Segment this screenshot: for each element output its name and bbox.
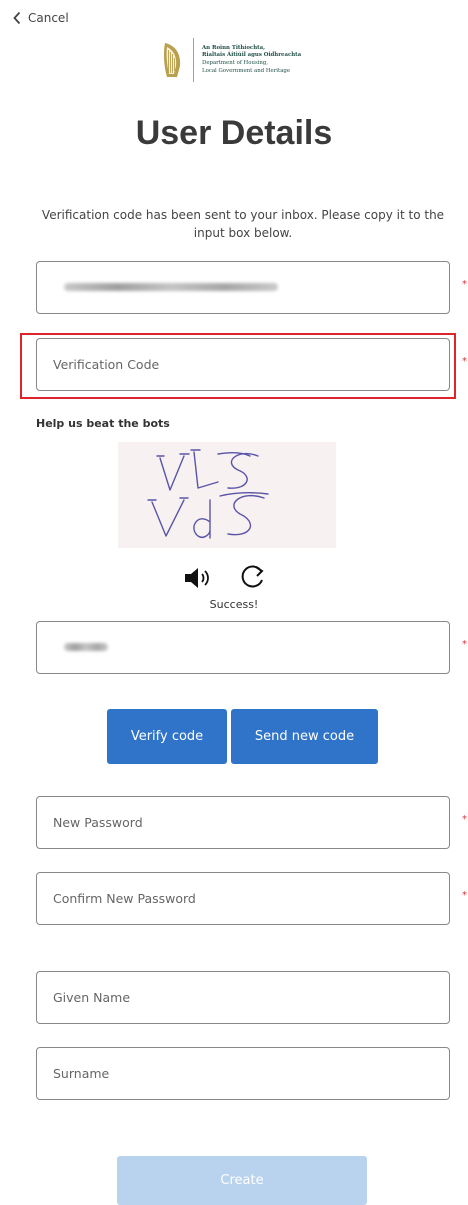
logo-line-4: Local Government and Heritage <box>202 67 291 74</box>
refresh-icon[interactable] <box>238 564 266 592</box>
confirm-password-input[interactable] <box>36 872 450 925</box>
blurred-email-value <box>64 283 278 291</box>
surname-input[interactable] <box>36 1047 450 1100</box>
captcha-label: Help us beat the bots <box>36 417 170 430</box>
captcha-image <box>118 442 336 548</box>
required-marker: * <box>462 815 467 825</box>
speaker-icon[interactable] <box>183 566 213 590</box>
new-password-input[interactable] <box>36 796 450 849</box>
create-button[interactable]: Create <box>117 1156 367 1205</box>
logo-line-3: Department of Housing, <box>202 60 269 66</box>
department-logo: An Roinn Tithíochta, Rialtais Áitiúil ag… <box>160 38 301 82</box>
page-title: User Details <box>135 114 333 152</box>
logo-text: An Roinn Tithíochta, Rialtais Áitiúil ag… <box>202 45 301 75</box>
verification-message: Verification code has been sent to your … <box>41 208 445 240</box>
chevron-left-icon <box>13 11 21 25</box>
logo-line-2: Rialtais Áitiúil agus Oidhreachta <box>202 52 302 59</box>
required-marker: * <box>462 357 467 367</box>
required-marker: * <box>462 891 467 901</box>
cancel-link[interactable]: Cancel <box>12 11 69 25</box>
captcha-status: Success! <box>209 598 259 611</box>
verify-code-button[interactable]: Verify code <box>107 709 227 764</box>
blurred-captcha-value <box>64 643 108 651</box>
verification-code-input[interactable] <box>36 338 450 391</box>
required-marker: * <box>462 640 467 650</box>
send-new-code-button[interactable]: Send new code <box>231 709 378 764</box>
harp-icon <box>163 43 181 77</box>
required-marker: * <box>462 280 467 290</box>
given-name-input[interactable] <box>36 971 450 1024</box>
logo-divider <box>193 38 194 82</box>
cancel-label: Cancel <box>28 11 69 25</box>
